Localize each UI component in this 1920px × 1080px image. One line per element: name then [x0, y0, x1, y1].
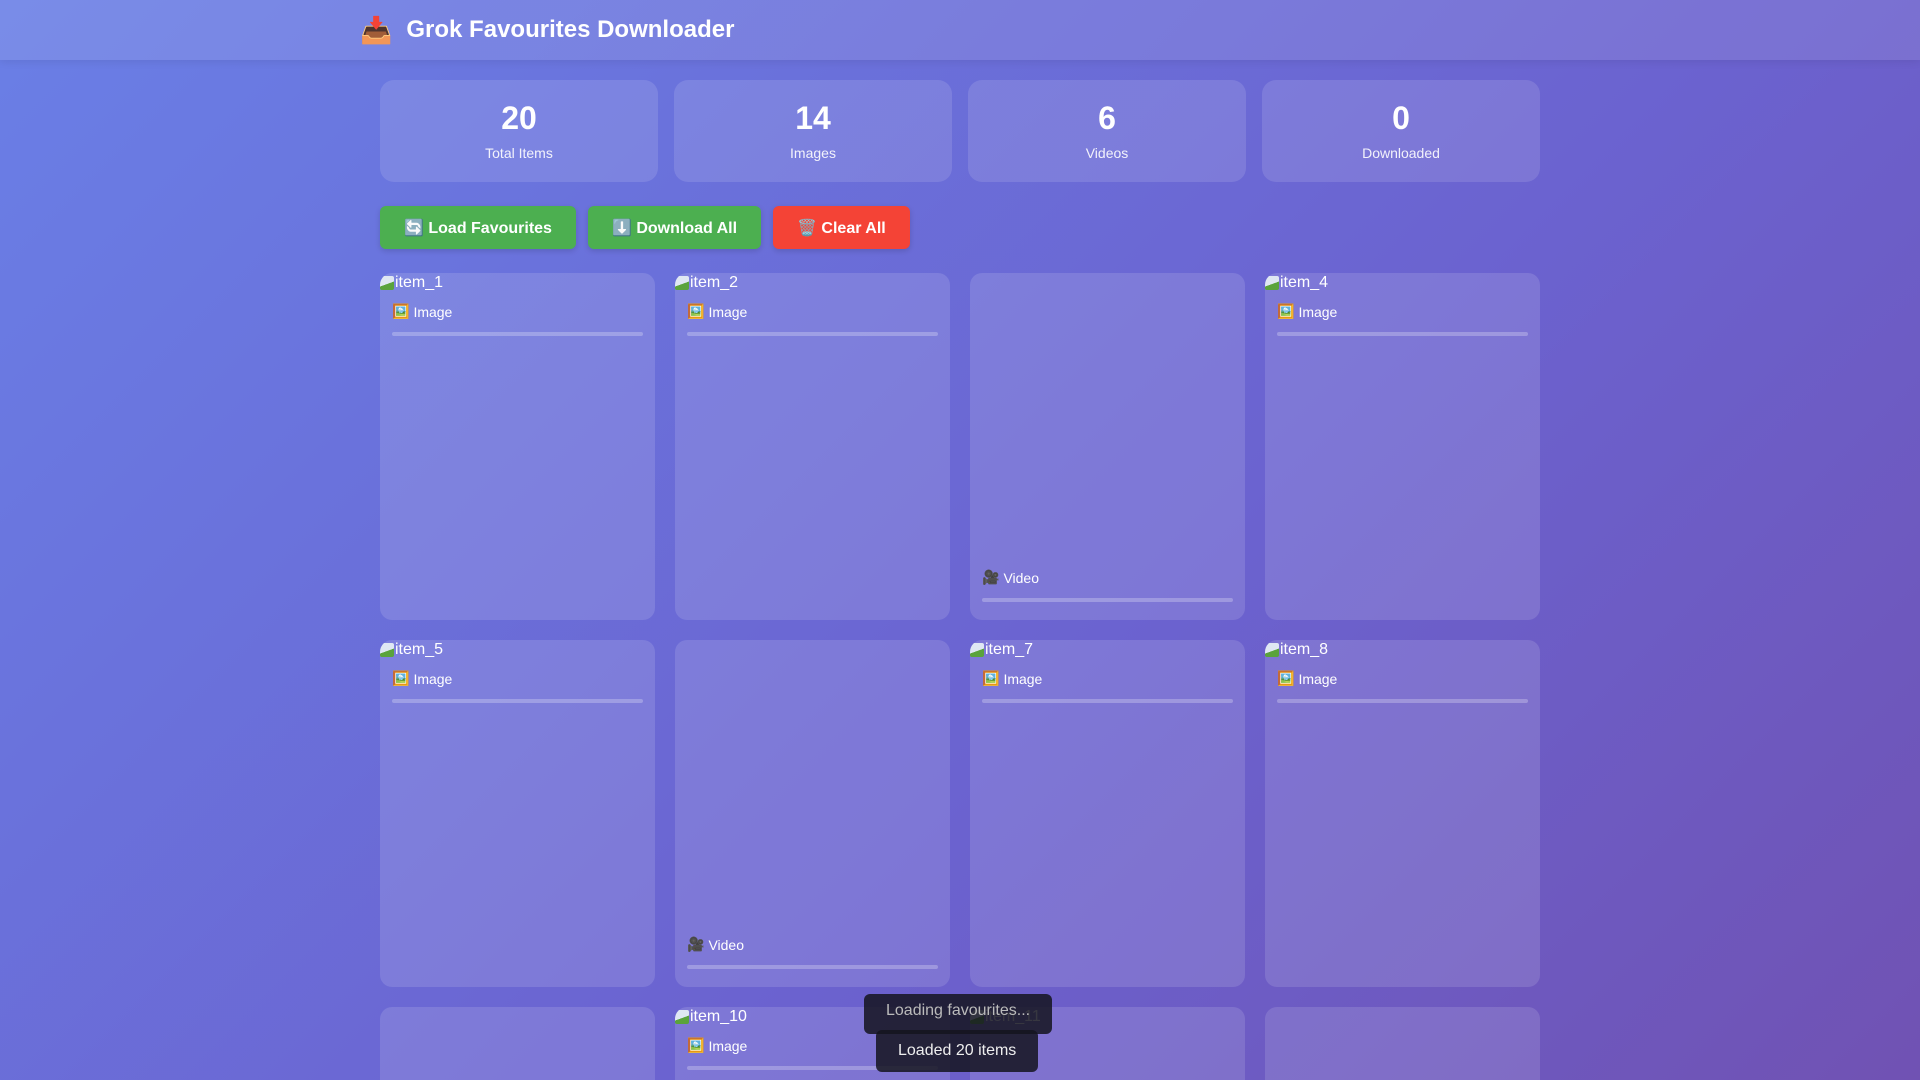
- download-progress-bar: [392, 332, 643, 336]
- toast-text: Loaded 20 items: [898, 1042, 1017, 1059]
- stat-value: 6: [1098, 100, 1116, 136]
- image-alt-text: item_7: [985, 641, 1034, 658]
- stat-value: 14: [795, 100, 831, 136]
- framed-picture-icon: 🖼️: [392, 670, 410, 686]
- clear-all-button[interactable]: 🗑️ Clear All: [773, 206, 910, 249]
- broken-image: item_1: [380, 273, 655, 293]
- app-title: Grok Favourites Downloader: [406, 16, 735, 43]
- stat-total-items: 20 Total Items: [380, 80, 658, 182]
- image-alt-text: item_10: [690, 1008, 747, 1025]
- media-card[interactable]: 🎥 Video: [970, 273, 1245, 620]
- action-bar: 🔄 Load Favourites ⬇️ Download All 🗑️ Cle…: [380, 206, 1540, 249]
- broken-image: item_7: [970, 640, 1245, 660]
- card-info: 🖼️ Image: [675, 293, 950, 346]
- card-info: 🖼️ Image: [1265, 293, 1540, 346]
- stat-videos: 6 Videos: [968, 80, 1246, 182]
- download-progress-bar: [982, 598, 1233, 602]
- image-alt-text: item_4: [1280, 274, 1329, 291]
- main-container: 20 Total Items 14 Images 6 Videos 0 Download…: [380, 80, 1540, 1080]
- stat-label: Images: [790, 145, 836, 161]
- broken-image-icon: [970, 643, 984, 657]
- movie-camera-icon: 🎥: [687, 936, 705, 952]
- media-card[interactable]: item_2 🖼️ Image: [675, 273, 950, 620]
- video-player[interactable]: [380, 1007, 655, 1080]
- card-info: 🖼️ Image: [970, 660, 1245, 713]
- image-alt-text: item_5: [395, 641, 444, 658]
- media-type-label: Video: [708, 936, 744, 953]
- download-all-button[interactable]: ⬇️ Download All: [587, 206, 762, 249]
- broken-image-icon: [675, 1010, 689, 1024]
- download-progress-bar: [1277, 332, 1528, 336]
- media-type-label: Video: [1003, 569, 1039, 586]
- image-alt-text: item_2: [690, 274, 739, 291]
- toast-text: Loading favourites...: [886, 1002, 1031, 1019]
- download-progress-bar: [392, 699, 643, 703]
- card-info: 🖼️ Image: [1265, 660, 1540, 713]
- toast-loading: Loading favourites...: [864, 994, 1053, 1034]
- broken-image-icon: [380, 643, 394, 657]
- stat-value: 20: [501, 100, 537, 136]
- app-header: 📥 Grok Favourites Downloader: [0, 0, 1920, 60]
- stat-downloaded: 0 Downloaded: [1262, 80, 1540, 182]
- media-type-label: Image: [413, 303, 453, 320]
- stat-label: Total Items: [485, 145, 553, 161]
- media-card[interactable]: item_5 🖼️ Image: [380, 640, 655, 987]
- framed-picture-icon: 🖼️: [1277, 303, 1295, 319]
- video-player[interactable]: [675, 640, 950, 926]
- inbox-tray-icon: 📥: [360, 14, 393, 45]
- media-type-label: Image: [708, 303, 748, 320]
- framed-picture-icon: 🖼️: [687, 1037, 705, 1053]
- image-alt-text: item_1: [395, 274, 444, 291]
- framed-picture-icon: 🖼️: [982, 670, 1000, 686]
- stat-images: 14 Images: [674, 80, 952, 182]
- download-progress-bar: [687, 965, 938, 969]
- framed-picture-icon: 🖼️: [1277, 670, 1295, 686]
- movie-camera-icon: 🎥: [982, 569, 1000, 585]
- media-card[interactable]: item_1 🖼️ Image: [380, 273, 655, 620]
- card-info: 🎥 Video: [675, 926, 950, 979]
- favourites-grid: item_1 🖼️ Image item_2 🖼️ Image 🎥 Video item_4 🖼️…: [380, 273, 1540, 1080]
- broken-image-icon: [1265, 643, 1279, 657]
- card-info: 🖼️ Image: [380, 660, 655, 713]
- broken-image: item_8: [1265, 640, 1540, 660]
- media-card[interactable]: item_8 🖼️ Image: [1265, 640, 1540, 987]
- stat-label: Downloaded: [1362, 145, 1440, 161]
- stat-value: 0: [1392, 100, 1410, 136]
- media-type-label: Image: [413, 670, 453, 687]
- media-card[interactable]: [380, 1007, 655, 1080]
- broken-image: item_2: [675, 273, 950, 293]
- card-info: 🎥 Video: [970, 559, 1245, 612]
- media-card[interactable]: [1265, 1007, 1540, 1080]
- media-card[interactable]: item_7 🖼️ Image: [970, 640, 1245, 987]
- media-type-label: Image: [1003, 670, 1043, 687]
- framed-picture-icon: 🖼️: [687, 303, 705, 319]
- broken-image-icon: [675, 276, 689, 290]
- video-player[interactable]: [1265, 1007, 1540, 1080]
- broken-image: item_5: [380, 640, 655, 660]
- image-alt-text: item_8: [1280, 641, 1329, 658]
- media-type-label: Image: [708, 1037, 748, 1054]
- download-progress-bar: [1277, 699, 1528, 703]
- stats-row: 20 Total Items 14 Images 6 Videos 0 Download…: [380, 80, 1540, 182]
- stat-label: Videos: [1085, 145, 1129, 161]
- media-type-label: Image: [1298, 303, 1338, 320]
- broken-image: item_4: [1265, 273, 1540, 293]
- broken-image-icon: [1265, 276, 1279, 290]
- media-card[interactable]: 🎥 Video: [675, 640, 950, 987]
- framed-picture-icon: 🖼️: [392, 303, 410, 319]
- download-progress-bar: [982, 699, 1233, 703]
- media-card[interactable]: item_4 🖼️ Image: [1265, 273, 1540, 620]
- card-info: 🖼️ Image: [380, 293, 655, 346]
- load-favourites-button[interactable]: 🔄 Load Favourites: [380, 206, 576, 249]
- toast-loaded: Loaded 20 items: [876, 1030, 1039, 1072]
- broken-image-icon: [380, 276, 394, 290]
- video-player[interactable]: [970, 273, 1245, 559]
- media-type-label: Image: [1298, 670, 1338, 687]
- download-progress-bar: [687, 332, 938, 336]
